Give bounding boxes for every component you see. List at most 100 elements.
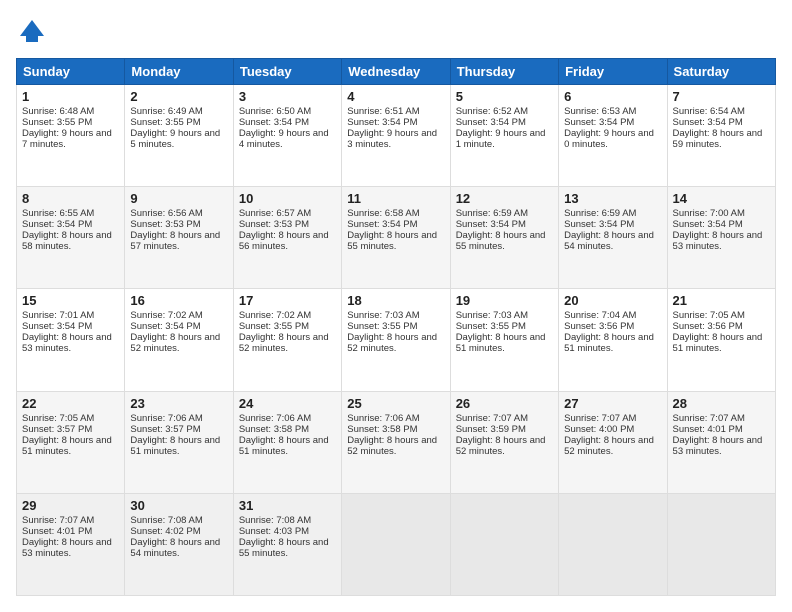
daylight-text: Daylight: 9 hours and 1 minute.	[456, 128, 546, 150]
day-number: 2	[130, 89, 227, 104]
calendar-cell: 11Sunrise: 6:58 AMSunset: 3:54 PMDayligh…	[342, 187, 450, 289]
calendar-table: SundayMondayTuesdayWednesdayThursdayFrid…	[16, 58, 776, 596]
sunrise-text: Sunrise: 7:02 AM	[239, 310, 311, 321]
calendar-cell	[667, 493, 775, 595]
sunset-text: Sunset: 3:54 PM	[456, 219, 526, 230]
sunrise-text: Sunrise: 7:03 AM	[456, 310, 528, 321]
day-header: Wednesday	[342, 59, 450, 85]
day-number: 9	[130, 191, 227, 206]
calendar-cell: 14Sunrise: 7:00 AMSunset: 3:54 PMDayligh…	[667, 187, 775, 289]
sunset-text: Sunset: 3:54 PM	[347, 219, 417, 230]
calendar-cell: 9Sunrise: 6:56 AMSunset: 3:53 PMDaylight…	[125, 187, 233, 289]
daylight-text: Daylight: 8 hours and 52 minutes.	[239, 332, 329, 354]
sunset-text: Sunset: 4:03 PM	[239, 526, 309, 537]
day-number: 29	[22, 498, 119, 513]
daylight-text: Daylight: 9 hours and 7 minutes.	[22, 128, 112, 150]
daylight-text: Daylight: 8 hours and 52 minutes.	[347, 435, 437, 457]
sunset-text: Sunset: 3:54 PM	[347, 117, 417, 128]
daylight-text: Daylight: 8 hours and 57 minutes.	[130, 230, 220, 252]
calendar-cell: 23Sunrise: 7:06 AMSunset: 3:57 PMDayligh…	[125, 391, 233, 493]
sunrise-text: Sunrise: 7:01 AM	[22, 310, 94, 321]
day-number: 3	[239, 89, 336, 104]
calendar-cell: 25Sunrise: 7:06 AMSunset: 3:58 PMDayligh…	[342, 391, 450, 493]
day-header: Friday	[559, 59, 667, 85]
sunrise-text: Sunrise: 7:08 AM	[130, 515, 202, 526]
calendar-week-row: 15Sunrise: 7:01 AMSunset: 3:54 PMDayligh…	[17, 289, 776, 391]
sunset-text: Sunset: 3:54 PM	[673, 219, 743, 230]
day-header: Sunday	[17, 59, 125, 85]
daylight-text: Daylight: 9 hours and 3 minutes.	[347, 128, 437, 150]
sunset-text: Sunset: 3:54 PM	[130, 321, 200, 332]
sunset-text: Sunset: 3:54 PM	[564, 117, 634, 128]
sunset-text: Sunset: 3:59 PM	[456, 424, 526, 435]
sunrise-text: Sunrise: 7:02 AM	[130, 310, 202, 321]
calendar-cell: 26Sunrise: 7:07 AMSunset: 3:59 PMDayligh…	[450, 391, 558, 493]
day-number: 1	[22, 89, 119, 104]
sunset-text: Sunset: 3:56 PM	[673, 321, 743, 332]
sunset-text: Sunset: 3:57 PM	[22, 424, 92, 435]
sunrise-text: Sunrise: 7:05 AM	[673, 310, 745, 321]
daylight-text: Daylight: 8 hours and 59 minutes.	[673, 128, 763, 150]
sunrise-text: Sunrise: 7:04 AM	[564, 310, 636, 321]
sunrise-text: Sunrise: 6:58 AM	[347, 208, 419, 219]
day-number: 23	[130, 396, 227, 411]
sunset-text: Sunset: 4:00 PM	[564, 424, 634, 435]
sunset-text: Sunset: 3:54 PM	[564, 219, 634, 230]
calendar-week-row: 1Sunrise: 6:48 AMSunset: 3:55 PMDaylight…	[17, 85, 776, 187]
day-number: 22	[22, 396, 119, 411]
day-number: 31	[239, 498, 336, 513]
daylight-text: Daylight: 8 hours and 53 minutes.	[673, 230, 763, 252]
calendar-cell: 1Sunrise: 6:48 AMSunset: 3:55 PMDaylight…	[17, 85, 125, 187]
sunrise-text: Sunrise: 7:07 AM	[564, 413, 636, 424]
day-number: 28	[673, 396, 770, 411]
daylight-text: Daylight: 8 hours and 52 minutes.	[347, 332, 437, 354]
calendar-week-row: 22Sunrise: 7:05 AMSunset: 3:57 PMDayligh…	[17, 391, 776, 493]
sunrise-text: Sunrise: 6:49 AM	[130, 106, 202, 117]
daylight-text: Daylight: 8 hours and 53 minutes.	[673, 435, 763, 457]
day-number: 21	[673, 293, 770, 308]
sunrise-text: Sunrise: 6:56 AM	[130, 208, 202, 219]
calendar-cell: 16 Sunrise: 7:02 AMSunset: 3:54 PMDayligh…	[125, 289, 233, 391]
calendar-week-row: 8Sunrise: 6:55 AMSunset: 3:54 PMDaylight…	[17, 187, 776, 289]
daylight-text: Daylight: 8 hours and 52 minutes.	[130, 332, 220, 354]
day-number: 8	[22, 191, 119, 206]
calendar-cell: 24Sunrise: 7:06 AMSunset: 3:58 PMDayligh…	[233, 391, 341, 493]
sunset-text: Sunset: 3:55 PM	[347, 321, 417, 332]
daylight-text: Daylight: 8 hours and 58 minutes.	[22, 230, 112, 252]
sunset-text: Sunset: 3:55 PM	[456, 321, 526, 332]
sunset-text: Sunset: 3:58 PM	[347, 424, 417, 435]
calendar-cell: 2Sunrise: 6:49 AMSunset: 3:55 PMDaylight…	[125, 85, 233, 187]
sunrise-text: Sunrise: 6:50 AM	[239, 106, 311, 117]
day-number: 16	[130, 293, 227, 308]
calendar-cell: 27Sunrise: 7:07 AMSunset: 4:00 PMDayligh…	[559, 391, 667, 493]
day-number: 10	[239, 191, 336, 206]
sunrise-text: Sunrise: 6:53 AM	[564, 106, 636, 117]
day-number: 25	[347, 396, 444, 411]
sunrise-text: Sunrise: 6:54 AM	[673, 106, 745, 117]
calendar-cell: 19Sunrise: 7:03 AMSunset: 3:55 PMDayligh…	[450, 289, 558, 391]
sunset-text: Sunset: 3:54 PM	[456, 117, 526, 128]
calendar-cell: 13Sunrise: 6:59 AMSunset: 3:54 PMDayligh…	[559, 187, 667, 289]
sunset-text: Sunset: 3:57 PM	[130, 424, 200, 435]
daylight-text: Daylight: 8 hours and 53 minutes.	[22, 332, 112, 354]
sunset-text: Sunset: 3:54 PM	[22, 219, 92, 230]
sunset-text: Sunset: 3:53 PM	[239, 219, 309, 230]
sunset-text: Sunset: 4:02 PM	[130, 526, 200, 537]
day-header: Thursday	[450, 59, 558, 85]
header	[16, 16, 776, 48]
daylight-text: Daylight: 8 hours and 51 minutes.	[130, 435, 220, 457]
sunset-text: Sunset: 3:54 PM	[239, 117, 309, 128]
sunset-text: Sunset: 3:56 PM	[564, 321, 634, 332]
sunrise-text: Sunrise: 7:00 AM	[673, 208, 745, 219]
daylight-text: Daylight: 8 hours and 51 minutes.	[239, 435, 329, 457]
sunrise-text: Sunrise: 7:06 AM	[239, 413, 311, 424]
daylight-text: Daylight: 9 hours and 4 minutes.	[239, 128, 329, 150]
sunset-text: Sunset: 4:01 PM	[22, 526, 92, 537]
calendar-cell: 15Sunrise: 7:01 AMSunset: 3:54 PMDayligh…	[17, 289, 125, 391]
daylight-text: Daylight: 8 hours and 54 minutes.	[130, 537, 220, 559]
daylight-text: Daylight: 8 hours and 55 minutes.	[456, 230, 546, 252]
calendar-cell: 3 Sunrise: 6:50 AMSunset: 3:54 PMDaylight…	[233, 85, 341, 187]
day-number: 20	[564, 293, 661, 308]
day-header: Monday	[125, 59, 233, 85]
daylight-text: Daylight: 8 hours and 53 minutes.	[22, 537, 112, 559]
